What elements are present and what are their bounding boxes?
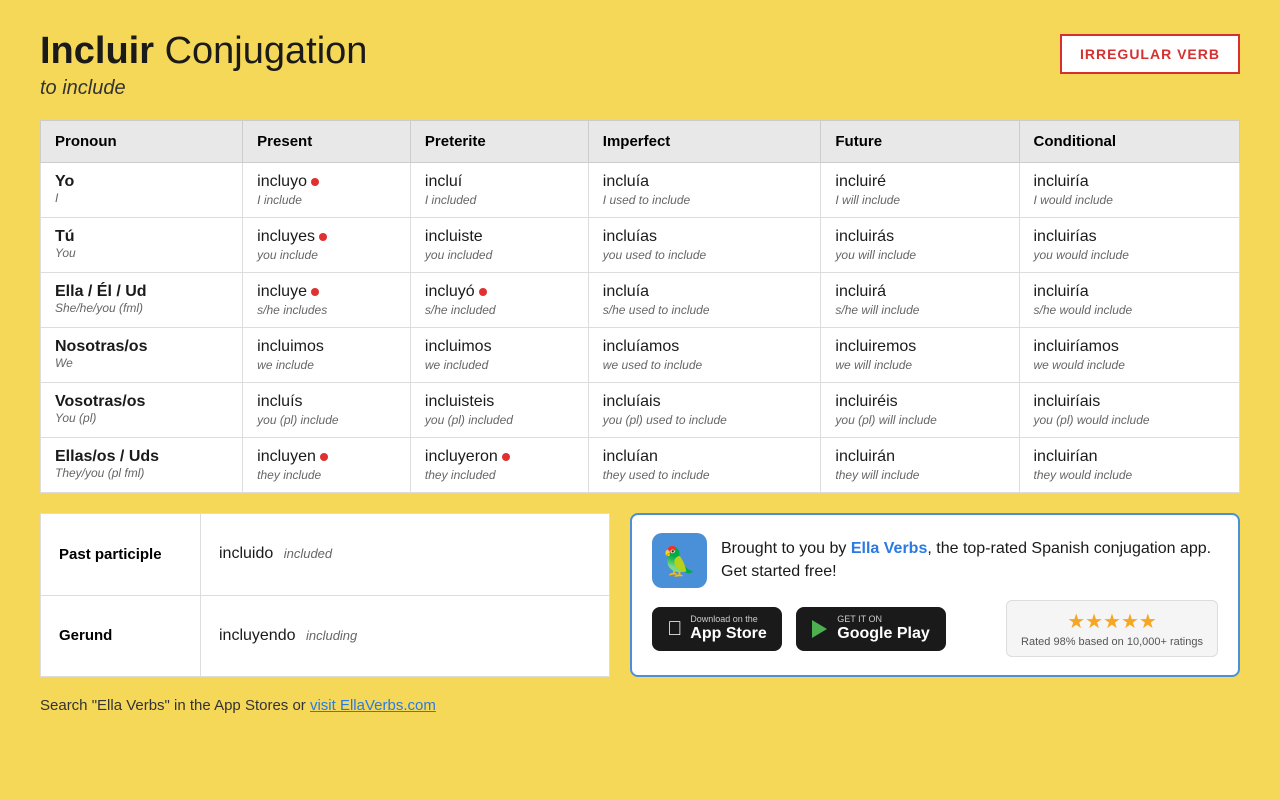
cell-imperfect: incluíanthey used to include	[588, 438, 821, 493]
irregular-badge: IRREGULAR VERB	[1060, 34, 1240, 74]
cell-pronoun: Vosotras/osYou (pl)	[41, 383, 243, 438]
cell-conditional: incluiríaisyou (pl) would include	[1019, 383, 1240, 438]
cell-preterite: incluisteyou included	[410, 218, 588, 273]
cell-preterite: incluíI included	[410, 163, 588, 218]
cell-future: incluiréisyou (pl) will include	[821, 383, 1019, 438]
ad-text: Brought to you by Ella Verbs, the top-ra…	[721, 538, 1218, 583]
cell-present: incluimoswe include	[243, 328, 411, 383]
past-participle-label: Past participle	[41, 514, 201, 596]
cell-present: incluyesyou include	[243, 218, 411, 273]
cell-imperfect: incluías/he used to include	[588, 273, 821, 328]
star-rating: ★★★★★	[1021, 609, 1203, 634]
cell-present: incluyenthey include	[243, 438, 411, 493]
gerund-label: Gerund	[41, 595, 201, 677]
app-icon: 🦜	[652, 533, 707, 588]
bottom-section: Past participle incluido included Gerund…	[40, 513, 1240, 677]
page-title: Incluir Conjugation	[40, 30, 367, 73]
table-header-row: Pronoun Present Preterite Imperfect Futu…	[41, 121, 1240, 163]
google-play-button[interactable]: GET IT ON Google Play	[796, 607, 946, 651]
table-row: Vosotras/osYou (pl)incluísyou (pl) inclu…	[41, 383, 1240, 438]
table-row: Ellas/os / UdsThey/you (pl fml)incluyent…	[41, 438, 1240, 493]
rating-text: Rated 98% based on 10,000+ ratings	[1021, 636, 1203, 648]
table-row: Nosotras/osWeincluimoswe includeincluimo…	[41, 328, 1240, 383]
apple-main-text: App Store	[690, 625, 766, 643]
table-row: YoIincluyoI includeincluíI includedinclu…	[41, 163, 1240, 218]
table-row: Ella / Él / UdShe/he/you (fml)incluyes/h…	[41, 273, 1240, 328]
gerund-row: Gerund incluyendo including	[41, 595, 610, 677]
apple-logo-icon: 	[667, 619, 682, 639]
cell-preterite: incluyós/he included	[410, 273, 588, 328]
cell-future: incluiránthey will include	[821, 438, 1019, 493]
cell-future: incluiremoswe will include	[821, 328, 1019, 383]
apple-store-button[interactable]:  Download on the App Store	[652, 607, 782, 651]
cell-present: incluyoI include	[243, 163, 411, 218]
ella-verbs-website-link[interactable]: visit EllaVerbs.com	[310, 697, 436, 714]
cell-imperfect: incluíamoswe used to include	[588, 328, 821, 383]
cell-future: incluiréI will include	[821, 163, 1019, 218]
page-header: Incluir Conjugation to include IRREGULAR…	[40, 30, 1240, 100]
ad-bottom:  Download on the App Store GET IT ON Go…	[652, 600, 1218, 657]
ella-verbs-link[interactable]: Ella Verbs	[851, 540, 928, 557]
cell-future: incluirás/he will include	[821, 273, 1019, 328]
google-main-text: Google Play	[837, 625, 929, 643]
cell-conditional: incluiríasyou would include	[1019, 218, 1240, 273]
cell-conditional: incluiríaI would include	[1019, 163, 1240, 218]
past-participle-row: Past participle incluido included	[41, 514, 610, 596]
apple-top-text: Download on the	[690, 615, 766, 625]
rating-box: ★★★★★ Rated 98% based on 10,000+ ratings	[1006, 600, 1218, 657]
title-block: Incluir Conjugation to include	[40, 30, 367, 100]
cell-conditional: incluiríamoswe would include	[1019, 328, 1240, 383]
col-imperfect: Imperfect	[588, 121, 821, 163]
col-preterite: Preterite	[410, 121, 588, 163]
col-future: Future	[821, 121, 1019, 163]
cell-future: incluirásyou will include	[821, 218, 1019, 273]
cell-pronoun: Ella / Él / UdShe/he/you (fml)	[41, 273, 243, 328]
cell-conditional: incluirías/he would include	[1019, 273, 1240, 328]
google-top-text: GET IT ON	[837, 615, 929, 625]
cell-imperfect: incluíasyou used to include	[588, 218, 821, 273]
cell-pronoun: Nosotras/osWe	[41, 328, 243, 383]
cell-pronoun: TúYou	[41, 218, 243, 273]
table-row: TúYouincluyesyou includeincluisteyou inc…	[41, 218, 1240, 273]
footer-search: Search "Ella Verbs" in the App Stores or…	[40, 697, 1240, 714]
cell-pronoun: Ellas/os / UdsThey/you (pl fml)	[41, 438, 243, 493]
gerund-value: incluyendo including	[201, 595, 610, 677]
cell-preterite: incluyeronthey included	[410, 438, 588, 493]
cell-imperfect: incluíaI used to include	[588, 163, 821, 218]
participle-table: Past participle incluido included Gerund…	[40, 513, 610, 677]
cell-conditional: incluiríanthey would include	[1019, 438, 1240, 493]
cell-imperfect: incluíaisyou (pl) used to include	[588, 383, 821, 438]
cell-present: incluyes/he includes	[243, 273, 411, 328]
col-present: Present	[243, 121, 411, 163]
past-participle-value: incluido included	[201, 514, 610, 596]
play-icon	[812, 620, 827, 638]
conjugation-table: Pronoun Present Preterite Imperfect Futu…	[40, 120, 1240, 493]
ad-top: 🦜 Brought to you by Ella Verbs, the top-…	[652, 533, 1218, 588]
col-pronoun: Pronoun	[41, 121, 243, 163]
cell-present: incluísyou (pl) include	[243, 383, 411, 438]
ad-box: 🦜 Brought to you by Ella Verbs, the top-…	[630, 513, 1240, 677]
svg-text:🦜: 🦜	[662, 544, 697, 578]
cell-pronoun: YoI	[41, 163, 243, 218]
cell-preterite: incluisteisyou (pl) included	[410, 383, 588, 438]
col-conditional: Conditional	[1019, 121, 1240, 163]
subtitle: to include	[40, 77, 367, 100]
cell-preterite: incluimoswe included	[410, 328, 588, 383]
